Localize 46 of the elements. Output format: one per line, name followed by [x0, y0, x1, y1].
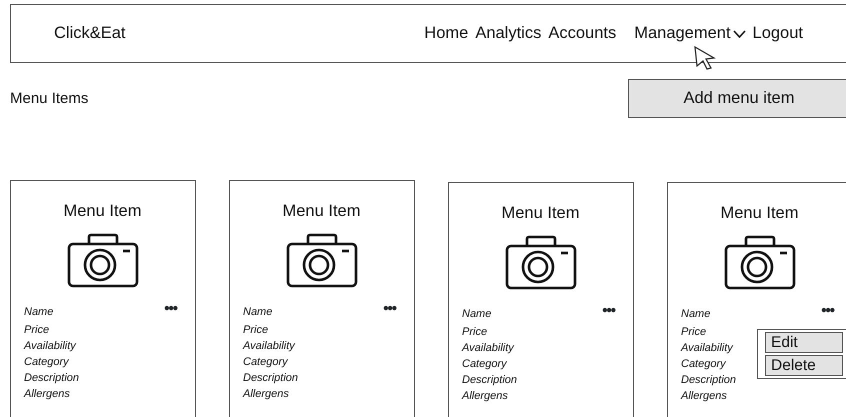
- more-button[interactable]: •••: [602, 303, 615, 318]
- field-label: Name: [462, 308, 492, 320]
- camera-icon: [66, 232, 138, 288]
- camera-icon: [286, 232, 358, 288]
- field-label: Category: [24, 356, 69, 368]
- field-label: Category: [462, 358, 507, 370]
- field-label: Name: [243, 306, 272, 318]
- card-title: Menu Item: [282, 201, 360, 222]
- more-button[interactable]: •••: [821, 303, 834, 318]
- field-label: Price: [24, 324, 50, 336]
- more-button[interactable]: •••: [164, 301, 177, 316]
- brand-name[interactable]: Click&Eat: [54, 21, 126, 46]
- menu-option[interactable]: Delete: [765, 355, 843, 376]
- field-label: Category: [243, 356, 288, 368]
- field-label: Allergens: [24, 388, 70, 400]
- camera-icon: [724, 234, 796, 290]
- nav-link[interactable]: Home: [424, 21, 468, 46]
- add-menu-item-button[interactable]: Add menu item: [628, 79, 846, 118]
- nav-link[interactable]: Accounts: [548, 21, 616, 46]
- nav-link[interactable]: Analytics: [475, 21, 542, 46]
- field-label: Name: [24, 306, 54, 318]
- page-title: Menu Items: [10, 89, 88, 109]
- field-label: Availability: [681, 342, 733, 354]
- field-label: Allergens: [243, 388, 289, 400]
- field-label: Description: [681, 374, 736, 386]
- camera-icon: [504, 234, 576, 290]
- field-label: Price: [243, 324, 268, 336]
- nav-link[interactable]: Logout: [752, 21, 803, 46]
- field-label: Allergens: [462, 390, 508, 402]
- menu-option[interactable]: Edit: [765, 332, 843, 353]
- card-title: Menu Item: [502, 203, 580, 224]
- field-label: Description: [243, 372, 298, 384]
- field-label: Price: [681, 326, 706, 338]
- field-label: Allergens: [681, 390, 727, 402]
- nav-link[interactable]: Management: [634, 21, 746, 46]
- card-title: Menu Item: [720, 203, 798, 224]
- field-label: Category: [681, 358, 726, 370]
- field-label: Description: [24, 372, 80, 384]
- field-label: Name: [681, 308, 710, 320]
- field-label: Availability: [462, 342, 514, 354]
- field-label: Availability: [243, 340, 295, 352]
- card-title: Menu Item: [64, 201, 142, 222]
- field-label: Description: [462, 374, 518, 386]
- field-label: Price: [462, 326, 488, 338]
- more-button[interactable]: •••: [383, 301, 396, 316]
- field-label: Availability: [24, 340, 76, 352]
